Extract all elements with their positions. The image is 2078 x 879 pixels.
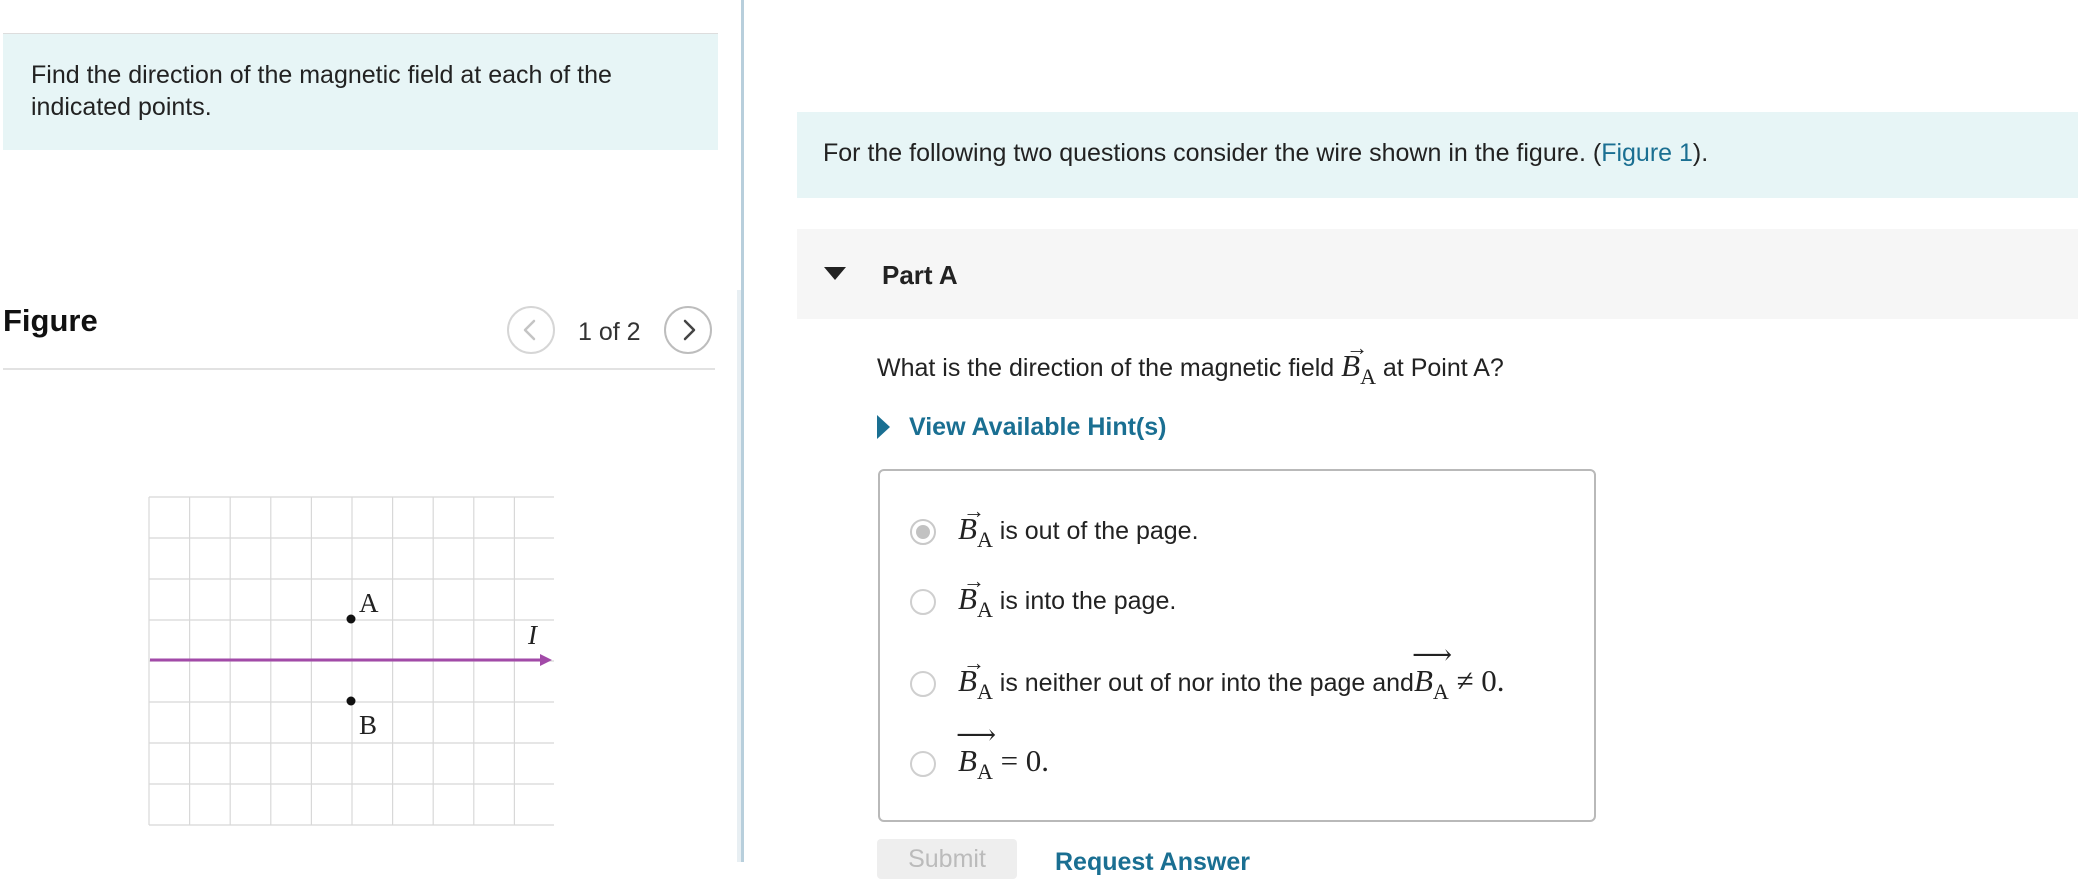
figure-link[interactable]: Figure 1 — [1601, 139, 1693, 167]
next-figure-button[interactable] — [664, 306, 712, 354]
view-hints-label: View Available Hint(s) — [909, 413, 1167, 441]
chevron-left-icon — [523, 319, 536, 341]
question-math: → BA — [1341, 335, 1376, 389]
radio-button[interactable] — [910, 519, 936, 545]
choice-math: → BA — [958, 650, 993, 704]
figure-counter: 1 of 2 — [578, 318, 641, 346]
choice-math: → BA — [958, 568, 993, 622]
point-b-label: B — [359, 710, 377, 740]
answer-choices: → BA is out of the page. → BA is into the … — [878, 469, 1596, 822]
arrow-head-icon — [540, 654, 552, 666]
request-answer-link[interactable]: Request Answer — [1055, 848, 1250, 877]
part-a-header[interactable]: Part A — [797, 229, 2078, 319]
figure-title: Figure — [3, 303, 98, 338]
radio-button[interactable] — [910, 671, 936, 697]
question-text: What is the direction of the magnetic fi… — [877, 335, 1504, 389]
caret-right-icon — [877, 415, 890, 439]
radio-button[interactable] — [910, 751, 936, 777]
context-text-after: ). — [1692, 139, 1709, 167]
current-label: I — [527, 620, 539, 650]
part-title: Part A — [882, 260, 958, 290]
chevron-right-icon — [683, 319, 696, 341]
radio-button[interactable] — [910, 589, 936, 615]
wire-figure: A B I — [148, 496, 554, 826]
point-a-dot — [346, 614, 356, 624]
choice-math-tail: ⟶ BA ≠ 0. — [1411, 640, 1505, 704]
left-panel: Find the direction of the magnetic field… — [0, 0, 742, 862]
choice-math: → BA — [958, 498, 993, 552]
intro-text: Find the direction of the magnetic field… — [31, 61, 612, 121]
caret-down-icon — [824, 267, 846, 280]
intro-box: Find the direction of the magnetic field… — [3, 34, 718, 150]
panel-divider[interactable] — [741, 0, 744, 862]
previous-figure-button[interactable] — [507, 306, 555, 354]
context-box: For the following two questions consider… — [797, 112, 2078, 198]
current-wire — [150, 654, 552, 666]
point-b-dot — [346, 696, 356, 706]
context-text-before: For the following two questions consider… — [823, 139, 1602, 167]
choice-math: ⟶ BA = 0. — [956, 720, 1050, 784]
figure-divider — [3, 368, 715, 370]
point-a-label: A — [359, 588, 379, 618]
submit-button[interactable]: Submit — [877, 839, 1017, 879]
